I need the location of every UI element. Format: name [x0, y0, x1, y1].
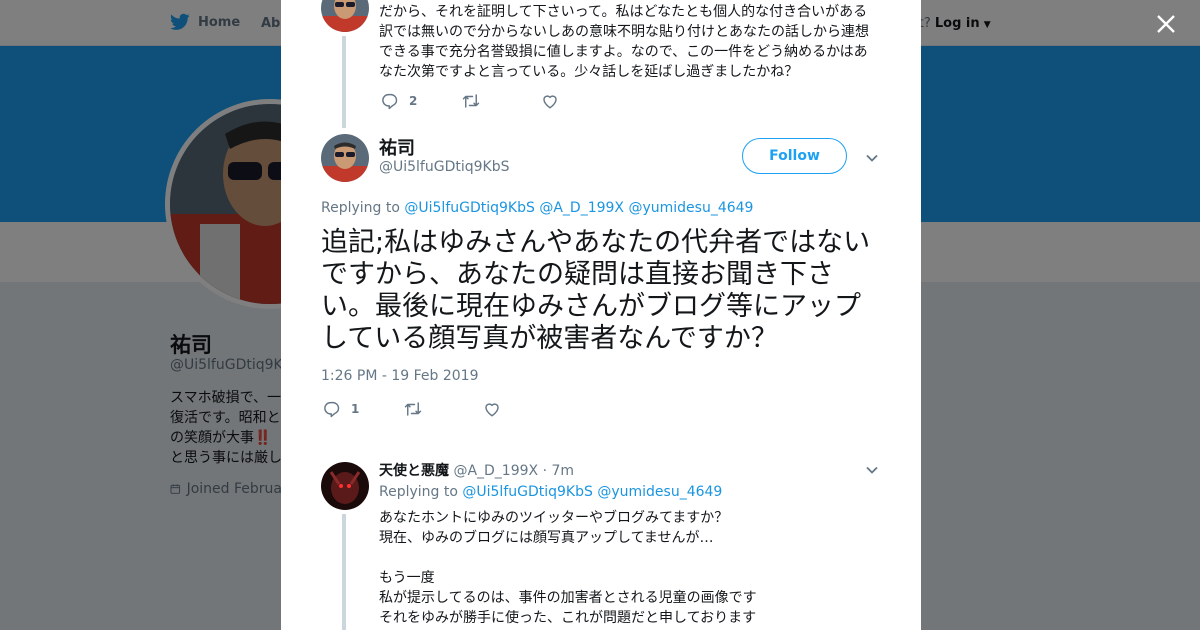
- tweet-text-line: なた次第ですよと言っている。少々話しを延ばし過ぎましたかね？: [379, 64, 799, 80]
- reply-menu-chevron[interactable]: [865, 462, 879, 481]
- mention-link[interactable]: @yumidesu_4649: [628, 200, 753, 216]
- retweet-button[interactable]: [461, 92, 541, 110]
- tweet-modal: だから、それを証明して下さいって。私はどなたとも個人的な付き合いがある 訳では無…: [281, 0, 921, 630]
- reply-count: 2: [409, 94, 418, 108]
- chevron-down-icon: [866, 466, 878, 474]
- replying-prefix: Replying to: [321, 200, 400, 216]
- tweet-timestamp[interactable]: 1:26 PM - 19 Feb 2019: [321, 368, 479, 384]
- retweet-icon: [462, 94, 480, 108]
- main-tweet-name[interactable]: 祐司: [379, 134, 415, 160]
- chevron-down-icon: [866, 154, 878, 162]
- main-tweet-text: 追記;私はゆみさんやあなたの代弁者ではないですから、あなたの疑問は直接お聞き下さ…: [321, 227, 871, 354]
- tweet-text-line: だから、それを証明して下さいって。私はどなたとも個人的な付き合いがある: [379, 4, 868, 20]
- tweet-text-line: それをゆみが勝手に使った、これが問題だと申しております: [379, 610, 757, 626]
- mention-link[interactable]: @Ui5lfuGDtiq9KbS: [404, 200, 535, 216]
- tweet-text-line: あなたホントにゆみのツイッターやブログみてますか？: [379, 510, 729, 526]
- tweet-text-line: 訳では無いので分からないしあの意味不明な貼り付けとあなたの話しから連想: [379, 24, 869, 40]
- retweet-button[interactable]: [403, 400, 483, 418]
- reply-tweet-avatar[interactable]: [321, 462, 369, 510]
- like-button[interactable]: [541, 92, 559, 110]
- like-button[interactable]: [483, 400, 501, 418]
- mention-link[interactable]: @A_D_199X: [539, 200, 624, 216]
- mention-link[interactable]: @Ui5lfuGDtiq9KbS: [462, 484, 593, 500]
- reply-tweet-text: あなたホントにゆみのツイッターやブログみてますか？ 現在、ゆみのブログには顔写真…: [379, 508, 879, 628]
- prev-tweet-text: だから、それを証明して下さいって。私はどなたとも個人的な付き合いがある 訳では無…: [379, 2, 879, 82]
- tweet-text-line: [379, 548, 879, 568]
- reply-tweet-handle[interactable]: @A_D_199X: [453, 463, 538, 479]
- tweet-text-line: できる事で充分名誉毀損に値しますよ。なので、この一件をどう納めるかはあ: [379, 44, 868, 60]
- reply-tweet-time[interactable]: · 7m: [543, 463, 574, 479]
- tweet-text-line: 私が提示してるのは、事件の加害者とされる児童の画像です: [379, 590, 757, 606]
- replying-to-line: Replying to @Ui5lfuGDtiq9KbS @A_D_199X @…: [321, 200, 753, 216]
- reply-icon: [382, 93, 398, 110]
- prev-tweet-actions: 2: [381, 92, 559, 110]
- reply-tweet-header: 天使と悪魔 @A_D_199X · 7m: [379, 460, 574, 480]
- main-tweet-handle[interactable]: @Ui5lfuGDtiq9KbS: [379, 159, 510, 175]
- like-icon: [485, 403, 499, 417]
- prev-tweet-avatar[interactable]: [321, 0, 369, 32]
- tweet-text-line: 現在、ゆみのブログには顔写真アップしてませんが…: [379, 530, 714, 546]
- reply-button[interactable]: 2: [381, 92, 461, 110]
- like-icon: [543, 95, 557, 109]
- replying-prefix: Replying to: [379, 484, 458, 500]
- tweet-menu-chevron[interactable]: [865, 150, 879, 169]
- mention-link[interactable]: @yumidesu_4649: [597, 484, 722, 500]
- main-tweet-avatar[interactable]: [321, 134, 369, 182]
- thread-connector: [342, 36, 346, 128]
- reply-tweet-name[interactable]: 天使と悪魔: [379, 463, 449, 479]
- reply-icon: [324, 401, 340, 418]
- reply-count: 1: [351, 402, 360, 416]
- reply-replying-to-line: Replying to @Ui5lfuGDtiq9KbS @yumidesu_4…: [379, 484, 722, 500]
- close-icon[interactable]: [1154, 12, 1178, 36]
- retweet-icon: [404, 402, 422, 416]
- thread-connector: [342, 514, 346, 630]
- main-tweet-actions: 1: [323, 400, 501, 418]
- tweet-text-line: もう一度: [379, 570, 435, 586]
- follow-button[interactable]: Follow: [742, 138, 847, 174]
- reply-button[interactable]: 1: [323, 400, 403, 418]
